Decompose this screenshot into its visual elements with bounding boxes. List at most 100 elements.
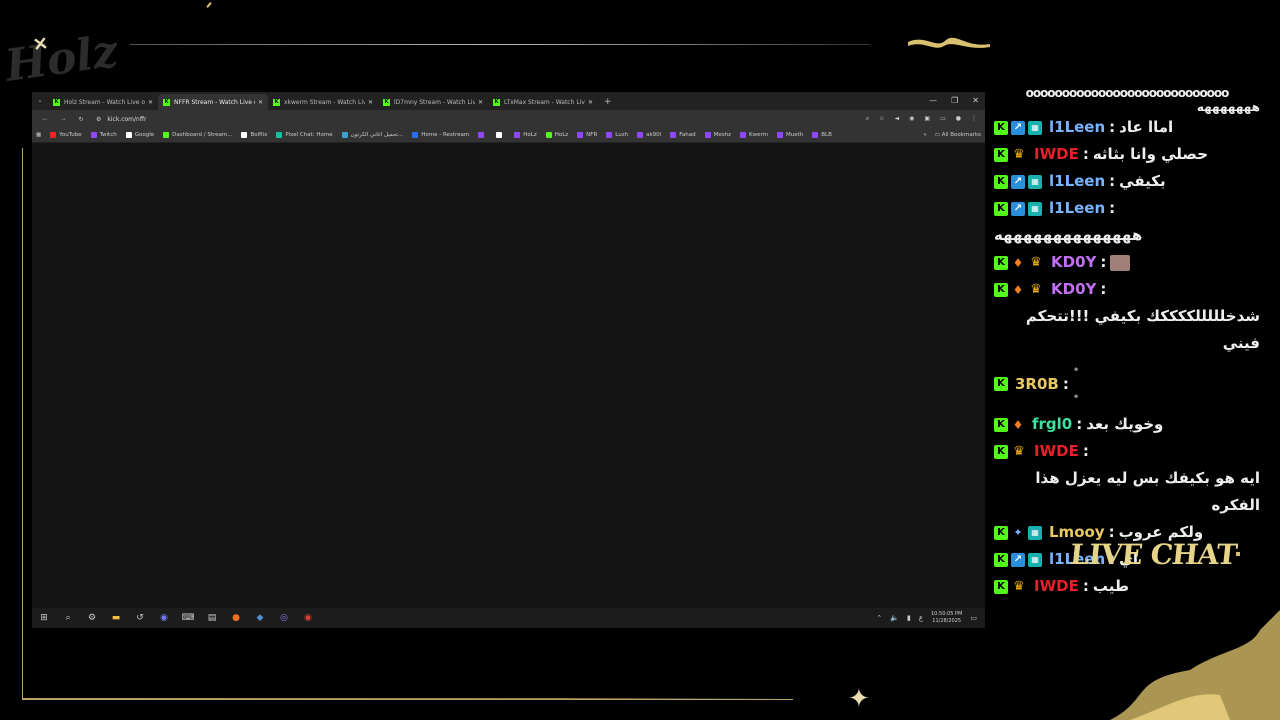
chat-message: K 3R0B: • • — [994, 357, 1260, 411]
close-icon[interactable]: ✕ — [478, 99, 483, 106]
split-view-icon[interactable]: ▭ — [940, 115, 946, 123]
chevron-up-icon[interactable]: ⌃ — [876, 614, 882, 622]
close-window-icon[interactable]: ✕ — [972, 92, 979, 110]
chat-username[interactable]: l1Leen — [1049, 195, 1105, 222]
bookmark-item[interactable]: Dashboard / Stream... — [163, 132, 232, 138]
clock[interactable]: 10:50:05 PM 11/28/2025 — [931, 611, 962, 625]
bookmark-item[interactable] — [496, 132, 505, 138]
zoom-icon[interactable]: ⌕ — [866, 115, 869, 123]
windows-start-icon[interactable]: ⊞ — [32, 613, 56, 623]
bookmark-favicon-icon — [276, 132, 283, 138]
steam-icon[interactable]: ◆ — [248, 613, 272, 623]
tab-holz[interactable]: K Holz Stream - Watch Live on Ki ✕ — [48, 94, 158, 110]
search-icon[interactable]: ⌕ — [56, 613, 80, 623]
minimize-icon[interactable]: — — [929, 92, 937, 110]
bookmark-favicon-icon — [670, 132, 677, 138]
profile-avatar-icon[interactable]: ● — [956, 115, 961, 123]
maximize-icon[interactable]: ❐ — [951, 92, 958, 110]
file-explorer-icon[interactable]: ▬ — [104, 613, 128, 623]
tab-ltxmax[interactable]: K LTxMax Stream - Watch Live on ✕ — [488, 94, 598, 110]
folder-icon: ▭ — [934, 132, 942, 138]
bookmark-item[interactable]: Meshz — [704, 132, 731, 138]
more-menu-icon[interactable]: ⋮ — [971, 115, 977, 123]
notification-icon[interactable]: ▭ — [970, 614, 977, 622]
tab-ld7mny[interactable]: K lD7mny Stream - Watch Live on ✕ — [378, 94, 488, 110]
chat-username[interactable]: frgl0 — [1032, 411, 1072, 438]
kick-badge-icon: K — [994, 444, 1008, 459]
chat-username[interactable]: KD0Y — [1051, 276, 1096, 303]
chat-username[interactable]: l1Leen — [1049, 114, 1105, 141]
back-arrow-icon[interactable]: ← — [36, 116, 54, 123]
extensions-puzzle-icon[interactable]: ▣ — [924, 115, 930, 123]
bookmark-item[interactable]: BLB — [812, 132, 832, 138]
bookmark-item[interactable]: Pixel Chat: Home — [276, 132, 333, 138]
bookmark-item[interactable]: HoLz — [545, 132, 569, 138]
bookmark-item[interactable]: Fahad — [670, 132, 696, 138]
chrome-icon[interactable]: ◉ — [296, 613, 320, 623]
chat-username[interactable]: IWDE — [1034, 438, 1079, 465]
new-tab-button[interactable]: + — [598, 94, 618, 110]
volume-icon[interactable]: 🔈 — [890, 614, 899, 622]
keyboard-app-icon[interactable]: ⌨ — [176, 613, 200, 623]
extension-icon[interactable]: ◉ — [909, 115, 914, 123]
bookmark-label: BLB — [821, 132, 832, 138]
reload-icon[interactable]: ↻ — [72, 116, 90, 123]
app-icon[interactable]: ▤ — [200, 613, 224, 623]
close-icon[interactable]: ✕ — [258, 99, 263, 106]
bookmark-label: HoLz — [554, 132, 569, 138]
emote-dots-icon: • • — [1072, 365, 1088, 403]
chat-top-text: هههههههه — [1196, 100, 1260, 114]
kick-badge-icon: K — [994, 201, 1008, 216]
bookmark-item[interactable]: Mueth — [776, 132, 803, 138]
bookmark-item[interactable]: Kwerm — [739, 132, 768, 138]
wing-badge-icon: ✦ — [1013, 525, 1023, 539]
address-bar[interactable]: ⚙ kick.com/nffr — [96, 112, 860, 126]
bookmark-item[interactable]: Bolflix — [241, 132, 267, 138]
bookmark-item[interactable]: YouTube — [50, 132, 82, 138]
bookmark-item[interactable]: HoLz — [514, 132, 537, 138]
chat-username[interactable]: l1Leen — [1049, 168, 1105, 195]
firefox-icon[interactable]: ● — [224, 613, 248, 623]
mic-icon[interactable]: ▮ — [907, 614, 911, 622]
kick-badge-icon: K — [994, 552, 1008, 567]
bookmark-star-icon[interactable]: ☆ — [879, 115, 884, 123]
bookmark-item[interactable]: Luzh — [606, 132, 628, 138]
bookmark-item[interactable]: Twitch — [90, 132, 117, 138]
emote-image-icon — [1110, 254, 1131, 271]
obs-icon[interactable]: ◎ — [272, 613, 296, 623]
bookmark-item[interactable]: NFR — [577, 132, 597, 138]
site-info-icon[interactable]: ⚙ — [96, 116, 101, 123]
bookmark-item[interactable] — [478, 132, 487, 138]
all-bookmarks-folder[interactable]: ▭ All Bookmarks — [935, 132, 981, 138]
bookmark-label: Meshz — [713, 132, 731, 138]
tab-xkwerm[interactable]: K xkwerm Stream - Watch Live on ✕ — [268, 94, 378, 110]
chat-username[interactable]: KD0Y — [1051, 249, 1096, 276]
forward-arrow-icon[interactable]: → — [54, 116, 72, 123]
bookmark-item[interactable]: Home - Restream — [412, 132, 469, 138]
back-app-icon[interactable]: ↺ — [128, 613, 152, 623]
bookmark-item[interactable]: ak90l — [637, 132, 661, 138]
bookmark-label: تحميل اغاني الكرتون... — [350, 132, 404, 138]
bookmark-item[interactable]: تحميل اغاني الكرتون... — [341, 132, 404, 138]
url-text[interactable]: kick.com/nffr — [107, 116, 146, 123]
bookmark-favicon-icon — [341, 132, 348, 138]
language-indicator[interactable]: ع — [919, 614, 923, 622]
close-icon[interactable]: ✕ — [148, 99, 153, 106]
tab-search-chevron-icon[interactable]: ⌄ — [32, 92, 48, 110]
all-bookmarks-label: All Bookmarks — [941, 132, 981, 138]
close-icon[interactable]: ✕ — [588, 99, 593, 106]
close-icon[interactable]: ✕ — [368, 99, 373, 106]
more-bookmarks-icon[interactable]: » — [923, 132, 926, 138]
chat-username[interactable]: IWDE — [1034, 141, 1079, 168]
crown-badge-icon: ♛ — [1030, 254, 1042, 270]
mute-icon[interactable]: ◄ — [895, 115, 900, 123]
chat-message: K ♦ ♛ KD0Y: — [994, 249, 1260, 276]
chat-username[interactable]: IWDE — [1034, 573, 1079, 600]
tab-nffr[interactable]: K NFFR Stream - Watch Live on K ✕ — [158, 94, 268, 110]
chat-username[interactable]: 3R0B — [1015, 371, 1059, 398]
apps-grid-icon[interactable]: ▦ — [36, 132, 41, 138]
star-icon: ✦ — [848, 684, 870, 714]
settings-gear-icon[interactable]: ⚙ — [80, 613, 104, 623]
bookmark-item[interactable]: Google — [125, 132, 154, 138]
discord-icon[interactable]: ◉ — [152, 613, 176, 623]
